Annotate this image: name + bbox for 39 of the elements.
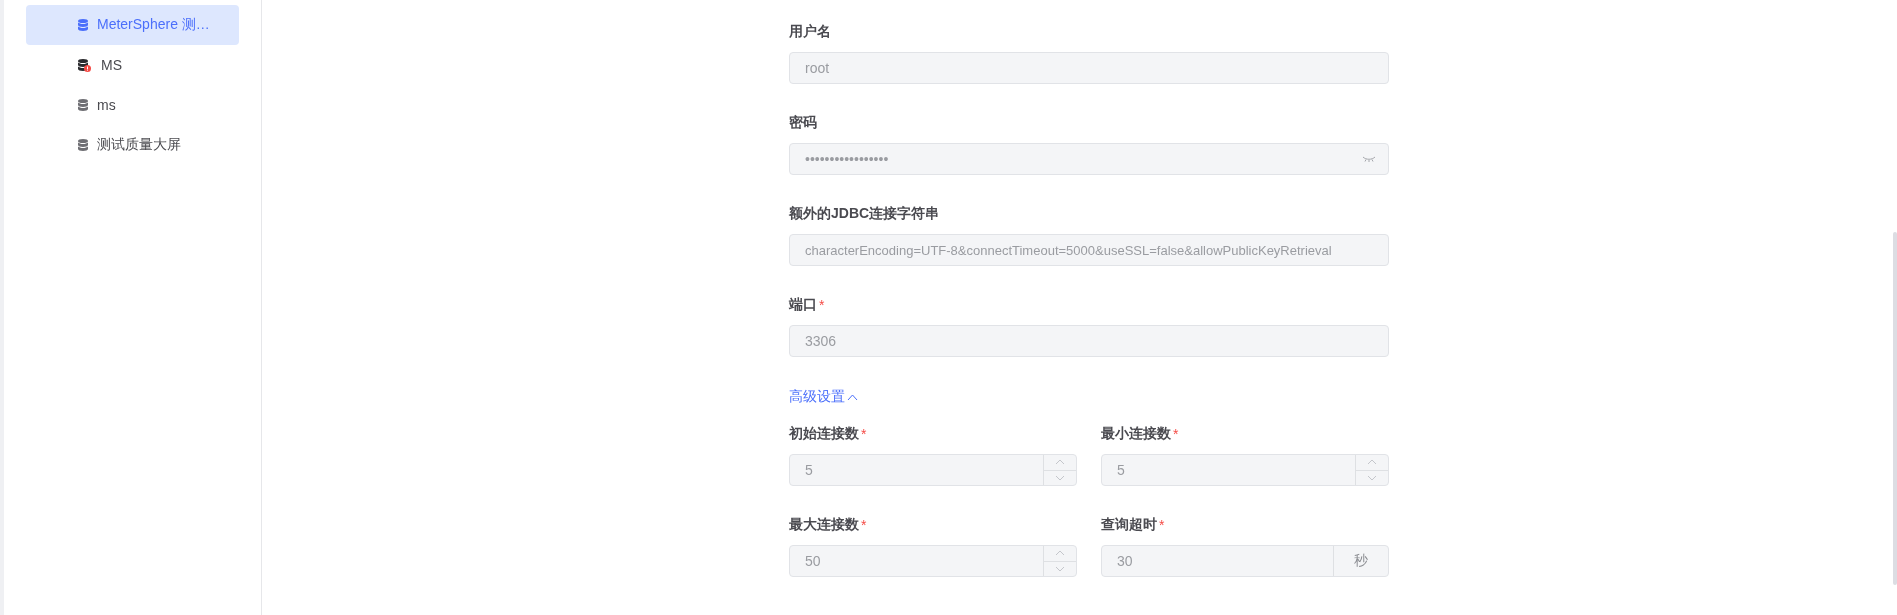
sidebar-item-label: ms [97,97,116,113]
field-label: 初始连接数 [789,425,859,443]
required-mark: * [1159,517,1165,533]
unit-label: 秒 [1333,546,1388,576]
sidebar-item[interactable]: ms [26,85,239,125]
input-field[interactable]: ••••••••••••••••• [789,143,1389,175]
sidebar-item-label: MS [101,57,122,73]
chevron-down-icon [1055,474,1065,481]
field-label: 最小连接数 [1101,425,1171,443]
field-label: 用户名 [789,23,831,41]
field-label: 查询超时 [1101,516,1157,534]
chevron-up-icon [1367,459,1377,466]
required-mark: * [1173,426,1179,442]
eye-closed-icon[interactable] [1362,155,1376,163]
sidebar-item[interactable]: MS [26,45,239,85]
sidebar-item[interactable]: 测试质量大屏 [26,125,239,165]
input-field[interactable]: 3306 [789,325,1389,357]
advanced-settings-toggle[interactable]: 高级设置 [789,388,858,406]
sidebar-item[interactable]: MeterSphere 测… [26,5,239,45]
input-field[interactable]: root [789,52,1389,84]
required-mark: * [861,517,867,533]
required-mark: * [861,426,867,442]
input-field[interactable]: 50 [789,545,1077,577]
field-label: 端口 [789,296,817,314]
chevron-up-icon [1055,459,1065,466]
input-field[interactable]: characterEncoding=UTF-8&connectTimeout=5000&useSSL=false&allowPublicKeyRetrieval [789,234,1389,266]
sidebar-item-label: MeterSphere 测… [97,16,210,34]
chevron-up-icon [1055,550,1065,557]
input-field[interactable]: 5 [1101,454,1389,486]
field-label: 最大连接数 [789,516,859,534]
required-mark: * [819,297,825,313]
field-label: 密码 [789,114,817,132]
sidebar-item-label: 测试质量大屏 [97,136,181,154]
input-field[interactable]: 30 秒 [1101,545,1389,577]
field-label: 额外的JDBC连接字符串 [789,205,940,223]
chevron-down-icon [1367,474,1377,481]
chevron-down-icon [1055,565,1065,572]
input-field[interactable]: 5 [789,454,1077,486]
scrollbar[interactable] [1893,232,1897,585]
